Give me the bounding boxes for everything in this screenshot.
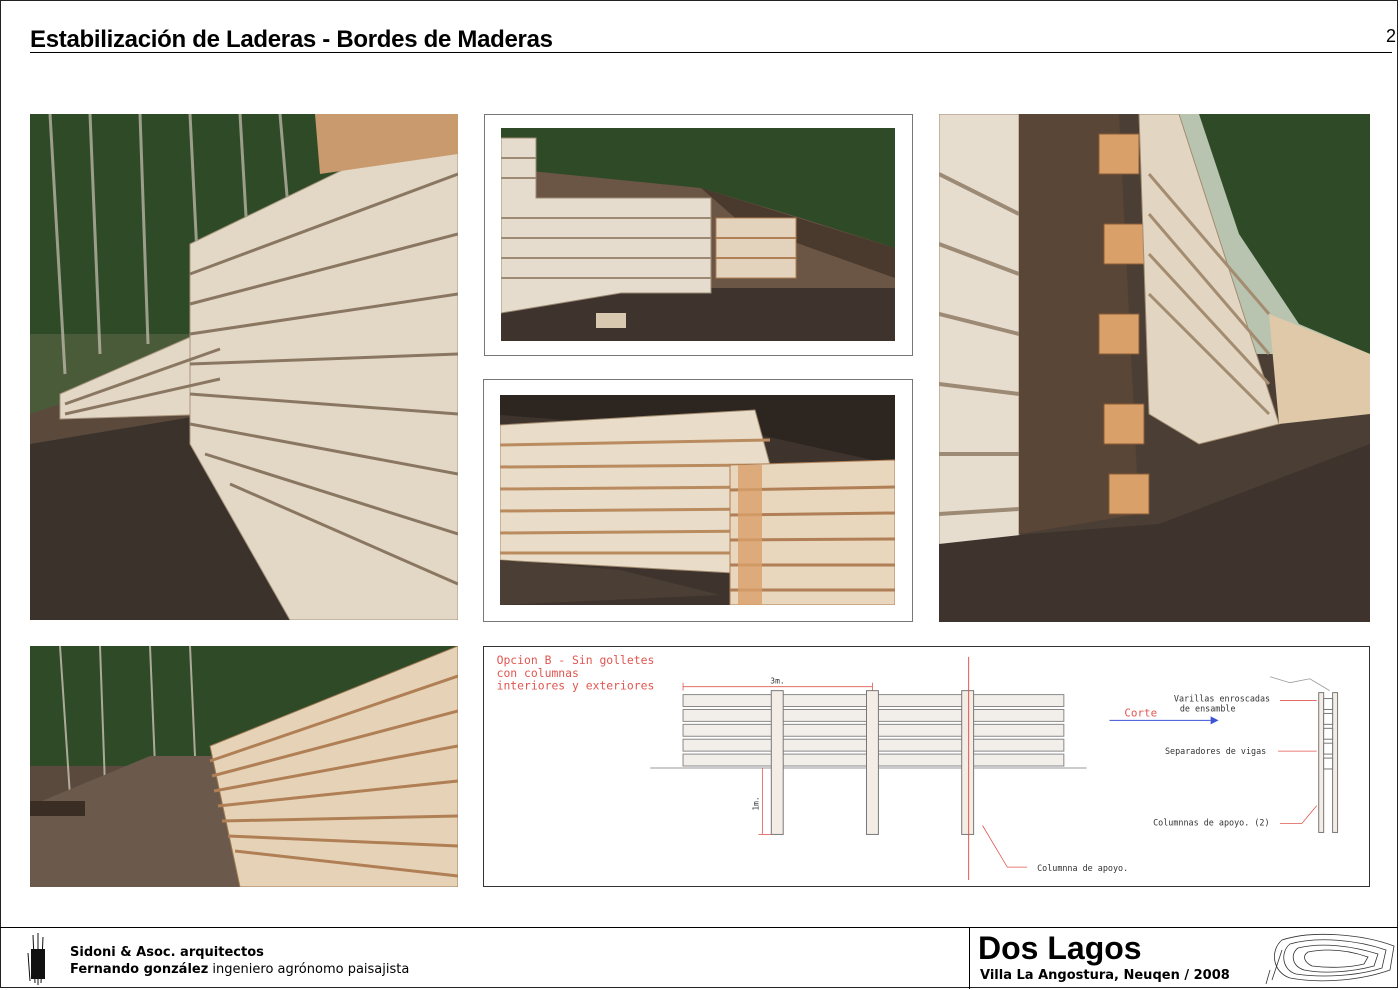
site-map-icon	[1262, 930, 1396, 986]
person-role: ingeniero agrónomo paisajista	[208, 962, 410, 977]
photo-retaining-wall-corner	[939, 114, 1370, 622]
dimension-depth-label: 1m.	[751, 796, 760, 810]
page-title: Estabilización de Laderas - Bordes de Ma…	[30, 26, 553, 53]
photo-retaining-wall-mid-center	[500, 395, 895, 605]
label-columna-apoyo: Columnna de apoyo.	[1037, 863, 1128, 873]
label-columnas-apoyo-2: Columnnas de apoyo. (2)	[1153, 818, 1269, 828]
project-name: Dos Lagos	[978, 930, 1142, 966]
drawing-option-title-3: interiores y exteriores	[497, 679, 655, 693]
dimension-width-label: 3m.	[770, 677, 784, 686]
drawing-option-title-2: con columnas	[497, 666, 579, 680]
person-name: Fernando gonzález	[70, 962, 209, 977]
drawing-option-title-1: Opcion B - Sin golletes	[497, 653, 655, 667]
corte-label: Corte	[1124, 706, 1157, 719]
firm-logo-icon	[26, 933, 50, 985]
label-varillas-2: de ensamble	[1180, 703, 1236, 713]
label-varillas-1: Varillas enroscadas	[1174, 694, 1270, 704]
title-underline	[30, 52, 1392, 53]
photo-retaining-wall-left	[30, 114, 458, 620]
firm-credits: Sidoni & Asoc. arquitectos Fernando gonz…	[70, 944, 409, 978]
firm-name: Sidoni & Asoc. arquitectos	[70, 945, 264, 960]
photo-retaining-wall-top-center	[501, 128, 895, 341]
label-separadores: Separadores de vigas	[1165, 746, 1266, 756]
photo-retaining-wall-road	[30, 646, 458, 887]
construction-drawing: Opcion B - Sin golletes con columnas int…	[483, 646, 1370, 887]
page-number: 2	[1385, 26, 1396, 46]
project-location-year: Villa La Angostura, Neuqen / 2008	[980, 968, 1230, 983]
section-detail	[1270, 676, 1339, 833]
footer-rule	[0, 927, 1398, 928]
footer-divider	[969, 927, 970, 989]
